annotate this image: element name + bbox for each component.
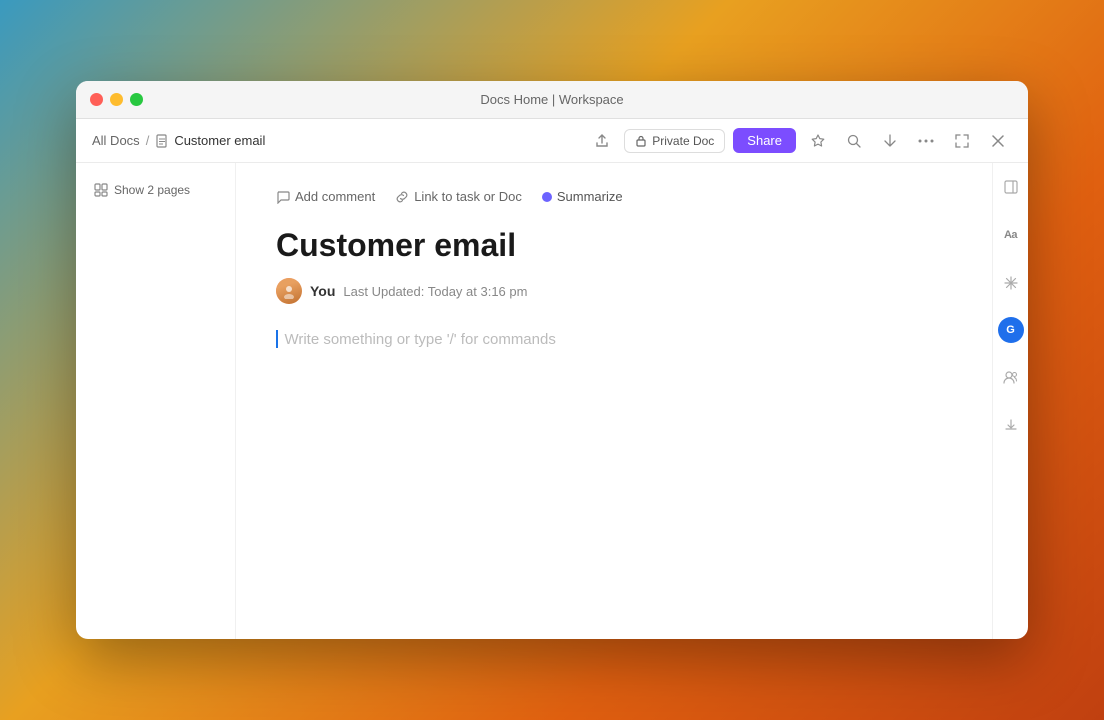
ai-icon: G	[1006, 324, 1015, 336]
close-button[interactable]	[90, 93, 103, 106]
editor-area[interactable]: Write something or type '/' for commands	[276, 328, 952, 352]
editor-placeholder: Write something or type '/' for commands	[284, 331, 555, 348]
breadcrumb-current: Customer email	[155, 133, 265, 148]
link-task-label: Link to task or Doc	[414, 189, 522, 204]
add-comment-label: Add comment	[295, 189, 375, 204]
share-button[interactable]: Share	[733, 128, 796, 153]
upload-icon-btn[interactable]	[588, 127, 616, 155]
collaborators-button[interactable]	[997, 363, 1025, 391]
private-doc-label: Private Doc	[652, 134, 714, 148]
summarize-label: Summarize	[557, 189, 623, 204]
snowflake-button[interactable]	[997, 269, 1025, 297]
avatar-face	[276, 278, 302, 304]
private-doc-badge[interactable]: Private Doc	[624, 129, 725, 153]
topbar: All Docs / Customer email	[76, 119, 1028, 163]
window-title: Docs Home | Workspace	[480, 92, 623, 107]
more-options-button[interactable]	[912, 127, 940, 155]
breadcrumb: All Docs / Customer email	[92, 133, 588, 148]
cursor-blink	[276, 330, 278, 348]
close-panel-button[interactable]	[984, 127, 1012, 155]
ai-button[interactable]: G	[998, 317, 1024, 343]
doc-toolbar: Add comment Link to task or Doc Summariz…	[276, 187, 952, 206]
minimize-button[interactable]	[110, 93, 123, 106]
breadcrumb-separator: /	[146, 133, 150, 148]
doc-main[interactable]: Add comment Link to task or Doc Summariz…	[236, 163, 992, 639]
text-size-icon: Aa	[1004, 229, 1017, 241]
content-area: Show 2 pages Add comment Link to	[76, 163, 1028, 639]
link-task-button[interactable]: Link to task or Doc	[395, 187, 522, 206]
download-button[interactable]	[997, 411, 1025, 439]
summarize-button[interactable]: Summarize	[542, 189, 623, 204]
avatar	[276, 278, 302, 304]
traffic-lights	[90, 93, 143, 106]
doc-icon	[155, 134, 169, 148]
maximize-button[interactable]	[130, 93, 143, 106]
fullscreen-button[interactable]	[948, 127, 976, 155]
text-size-button[interactable]: Aa	[997, 221, 1025, 249]
breadcrumb-all-docs[interactable]: All Docs	[92, 133, 140, 148]
author-row: You Last Updated: Today at 3:16 pm	[276, 278, 952, 304]
add-comment-button[interactable]: Add comment	[276, 187, 375, 206]
show-pages-label: Show 2 pages	[114, 183, 190, 197]
app-window: Docs Home | Workspace All Docs / Custome…	[76, 81, 1028, 639]
titlebar: Docs Home | Workspace	[76, 81, 1028, 119]
summarize-dot-icon	[542, 192, 552, 202]
right-sidebar: Aa G	[992, 163, 1028, 639]
last-updated: Last Updated: Today at 3:16 pm	[343, 284, 527, 299]
doc-title: Customer email	[276, 226, 952, 264]
breadcrumb-doc-name: Customer email	[174, 133, 265, 148]
left-sidebar: Show 2 pages	[76, 163, 236, 639]
search-button[interactable]	[840, 127, 868, 155]
topbar-actions: Private Doc Share	[588, 127, 1012, 155]
export-button[interactable]	[876, 127, 904, 155]
show-pages-button[interactable]: Show 2 pages	[88, 179, 223, 201]
author-name: You	[310, 283, 335, 299]
right-panel-toggle[interactable]	[997, 173, 1025, 201]
star-button[interactable]	[804, 127, 832, 155]
